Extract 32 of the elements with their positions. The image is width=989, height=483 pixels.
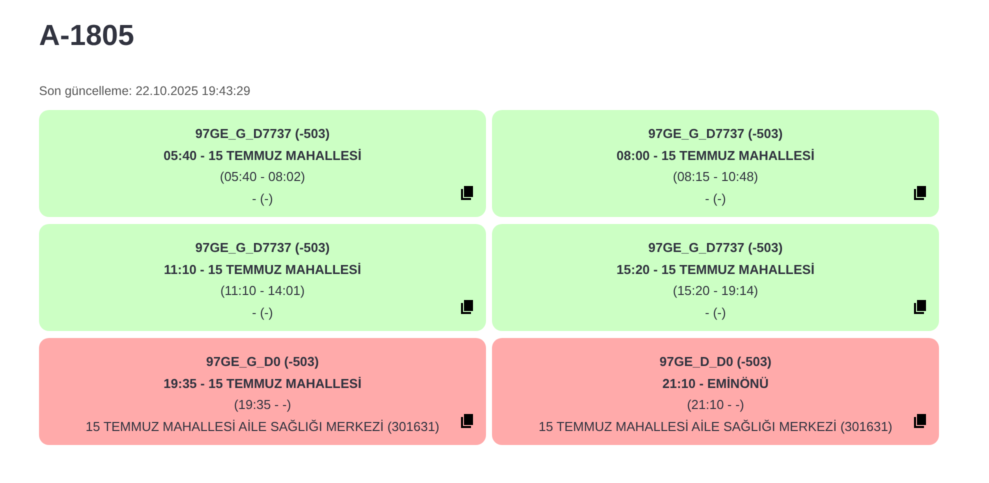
time-range: (19:35 - -) bbox=[234, 396, 292, 414]
page-title: A-1805 bbox=[39, 19, 136, 54]
departure-title: 11:10 - 15 TEMMUZ MAHALLESİ bbox=[164, 260, 362, 278]
route-code: 97GE_G_D7737 (-503) bbox=[195, 239, 330, 257]
departure-title: 15:20 - 15 TEMMUZ MAHALLESİ bbox=[616, 260, 814, 278]
copy-icon[interactable] bbox=[461, 300, 473, 314]
route-code: 97GE_G_D7737 (-503) bbox=[648, 125, 783, 143]
route-code: 97GE_G_D7737 (-503) bbox=[648, 239, 783, 257]
departure-title: 19:35 - 15 TEMMUZ MAHALLESİ bbox=[164, 374, 362, 392]
copy-icon[interactable] bbox=[461, 186, 473, 200]
time-range: (11:10 - 14:01) bbox=[220, 282, 305, 300]
departure-title: 08:00 - 15 TEMMUZ MAHALLESİ bbox=[616, 146, 814, 164]
time-range: (21:10 - -) bbox=[686, 396, 744, 414]
route-code: 97GE_G_D0 (-503) bbox=[206, 353, 319, 371]
copy-icon[interactable] bbox=[914, 414, 926, 428]
time-range: (15:20 - 19:14) bbox=[672, 282, 758, 300]
location-text: - (-) bbox=[252, 190, 273, 208]
last-update-text: Son güncelleme: 22.10.2025 19:43:29 bbox=[39, 83, 252, 99]
route-code: 97GE_G_D7737 (-503) bbox=[195, 125, 330, 143]
time-range: (05:40 - 08:02) bbox=[220, 168, 306, 186]
location-text: 15 TEMMUZ MAHALLESİ AİLE SAĞLIĞI MERKEZİ (301631) bbox=[86, 418, 440, 436]
copy-icon[interactable] bbox=[461, 414, 473, 428]
time-range: (08:15 - 10:48) bbox=[672, 168, 758, 186]
copy-icon[interactable] bbox=[914, 300, 926, 314]
departure-title: 05:40 - 15 TEMMUZ MAHALLESİ bbox=[164, 146, 362, 164]
location-text: - (-) bbox=[705, 190, 726, 208]
departure-title: 21:10 - EMİNÖNÜ bbox=[662, 374, 769, 392]
route-code: 97GE_D_D0 (-503) bbox=[660, 353, 772, 371]
location-text: 15 TEMMUZ MAHALLESİ AİLE SAĞLIĞI MERKEZİ (301631) bbox=[538, 418, 892, 436]
location-text: - (-) bbox=[252, 304, 273, 322]
copy-icon[interactable] bbox=[914, 186, 926, 200]
location-text: - (-) bbox=[705, 304, 726, 322]
